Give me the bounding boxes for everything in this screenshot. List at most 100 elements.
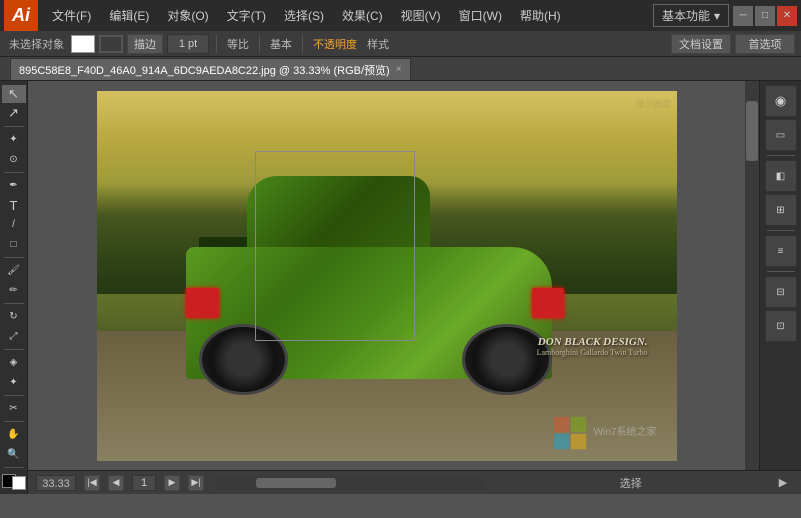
menu-select[interactable]: 选择(S) bbox=[276, 3, 332, 28]
left-toolbar: ↖ ↗ ✦ ⊙ ✒ T / □ 🖌 ✏ ↻ ⤢ ◈ ✦ ✂ ✋ 🔍 bbox=[0, 81, 28, 494]
rp-separator bbox=[767, 155, 795, 156]
windows-logo-icon bbox=[552, 415, 588, 451]
control-bar: 未选择对象 描边 等比 基本 不透明度 样式 文档设置 首选项 bbox=[0, 31, 801, 57]
style2-label: 样式 bbox=[364, 36, 392, 52]
pencil-tool[interactable]: ✏ bbox=[2, 282, 26, 300]
blend-tool[interactable]: ◈ bbox=[2, 354, 26, 372]
stroke-panel-btn[interactable]: ▭ bbox=[765, 119, 797, 151]
tool-separator3 bbox=[4, 257, 24, 258]
transform-panel-btn[interactable]: ⊡ bbox=[765, 310, 797, 342]
status-bar: 33.33 |◀ ◀ ▶ ▶| 选择 ▶ bbox=[28, 470, 801, 494]
workspace-label: 基本功能 bbox=[662, 7, 710, 24]
stroke-weight-dropdown[interactable]: 描边 bbox=[127, 34, 163, 54]
color-panel-btn[interactable]: ◉ bbox=[765, 85, 797, 117]
car-wheel-left bbox=[199, 324, 288, 395]
rotate-tool[interactable]: ↻ bbox=[2, 308, 26, 326]
preferences-btn[interactable]: 首选项 bbox=[735, 34, 795, 54]
close-button[interactable]: ✕ bbox=[777, 6, 797, 26]
prev-page-btn[interactable]: ◀ bbox=[108, 475, 124, 491]
page-number-input[interactable] bbox=[132, 475, 156, 491]
vscroll-thumb[interactable] bbox=[746, 101, 758, 161]
car-taillight-right bbox=[532, 288, 564, 319]
hscroll-thumb[interactable] bbox=[256, 478, 336, 488]
tool-separator7 bbox=[4, 421, 24, 422]
scroll-arrow-right[interactable]: ▶ bbox=[773, 476, 793, 489]
menu-help[interactable]: 帮助(H) bbox=[512, 3, 569, 28]
tool-separator5 bbox=[4, 349, 24, 350]
menu-bar: 文件(F) 编辑(E) 对象(O) 文字(T) 选择(S) 效果(C) 视图(V… bbox=[44, 3, 653, 28]
document-image: DON BLACK DESIGN. Lamborghini Gallardo T… bbox=[97, 91, 677, 461]
tool-separator2 bbox=[4, 172, 24, 173]
win7-text: Win7系统之家 bbox=[594, 426, 657, 440]
canvas-area[interactable]: DON BLACK DESIGN. Lamborghini Gallardo T… bbox=[28, 81, 745, 470]
workspace-dropdown-icon: ▾ bbox=[714, 9, 720, 23]
gradient-panel-btn[interactable]: ◧ bbox=[765, 160, 797, 192]
menu-window[interactable]: 窗口(W) bbox=[451, 3, 510, 28]
minimize-button[interactable]: ─ bbox=[733, 6, 753, 26]
tab-close-btn[interactable]: × bbox=[396, 64, 402, 75]
status-label: 选择 bbox=[497, 475, 766, 491]
document-tab[interactable]: 895C58E8_F40D_46A0_914A_6DC9AEDA8C22.jpg… bbox=[10, 58, 411, 80]
app-logo: Ai bbox=[4, 0, 38, 31]
car-image bbox=[166, 176, 572, 380]
selection-tool[interactable]: ↖ bbox=[2, 85, 26, 103]
opacity-label[interactable]: 不透明度 bbox=[310, 36, 360, 52]
main-content: ↖ ↗ ✦ ⊙ ✒ T / □ 🖌 ✏ ↻ ⤢ ◈ ✦ ✂ ✋ 🔍 bbox=[0, 81, 801, 494]
window-controls: ─ □ ✕ bbox=[733, 6, 797, 26]
artboard: DON BLACK DESIGN. Lamborghini Gallardo T… bbox=[97, 91, 677, 461]
zoom-mode-label: 等比 bbox=[224, 36, 252, 52]
menu-text[interactable]: 文字(T) bbox=[219, 3, 274, 28]
align-panel-btn[interactable]: ⊟ bbox=[765, 276, 797, 308]
vertical-scrollbar[interactable] bbox=[745, 81, 759, 470]
separator3 bbox=[302, 35, 303, 53]
pen-tool[interactable]: ✒ bbox=[2, 177, 26, 195]
last-page-btn[interactable]: ▶| bbox=[188, 475, 204, 491]
menu-view[interactable]: 视图(V) bbox=[393, 3, 449, 28]
canvas-scroll-row: DON BLACK DESIGN. Lamborghini Gallardo T… bbox=[28, 81, 801, 470]
separator bbox=[216, 35, 217, 53]
menu-file[interactable]: 文件(F) bbox=[44, 3, 99, 28]
image-text-block: DON BLACK DESIGN. Lamborghini Gallardo T… bbox=[537, 336, 648, 357]
tool-separator bbox=[4, 126, 24, 127]
tool-separator6 bbox=[4, 395, 24, 396]
tab-bar: 895C58E8_F40D_46A0_914A_6DC9AEDA8C22.jpg… bbox=[0, 57, 801, 81]
title-bar: Ai 文件(F) 编辑(E) 对象(O) 文字(T) 选择(S) 效果(C) 视… bbox=[0, 0, 801, 31]
zoom-view-tool[interactable]: 🔍 bbox=[2, 446, 26, 464]
car-taillight-left bbox=[186, 288, 218, 319]
appearance-panel-btn[interactable]: ⊞ bbox=[765, 194, 797, 226]
rp-separator2 bbox=[767, 230, 795, 231]
menu-edit[interactable]: 编辑(E) bbox=[101, 3, 157, 28]
eyedropper-tool[interactable]: ✦ bbox=[2, 373, 26, 391]
tab-label: 895C58E8_F40D_46A0_914A_6DC9AEDA8C22.jpg… bbox=[19, 62, 390, 78]
fill-color-btn[interactable] bbox=[71, 35, 95, 53]
right-panel: ◉ ▭ ◧ ⊞ ≡ ⊟ ⊡ bbox=[759, 81, 801, 470]
color-selector[interactable] bbox=[2, 474, 26, 490]
rect-tool[interactable]: □ bbox=[2, 236, 26, 254]
style-label: 基本 bbox=[267, 36, 295, 52]
image-subtitle-text: Lamborghini Gallardo Twin Turbo bbox=[537, 348, 648, 357]
doc-settings-btn[interactable]: 文档设置 bbox=[671, 34, 731, 54]
menu-effect[interactable]: 效果(C) bbox=[334, 3, 391, 28]
type-tool[interactable]: T bbox=[2, 196, 26, 214]
magic-wand-tool[interactable]: ✦ bbox=[2, 131, 26, 149]
maximize-button[interactable]: □ bbox=[755, 6, 775, 26]
direct-selection-tool[interactable]: ↗ bbox=[2, 105, 26, 123]
next-page-btn[interactable]: ▶ bbox=[164, 475, 180, 491]
scale-tool[interactable]: ⤢ bbox=[2, 327, 26, 345]
stroke-label: 描边 bbox=[134, 36, 156, 52]
hand-tool[interactable]: ✋ bbox=[2, 426, 26, 444]
line-tool[interactable]: / bbox=[2, 216, 26, 234]
layers-panel-btn[interactable]: ≡ bbox=[765, 235, 797, 267]
menu-object[interactable]: 对象(O) bbox=[159, 3, 216, 28]
workspace-switcher[interactable]: 基本功能 ▾ bbox=[653, 4, 729, 27]
scissors-tool[interactable]: ✂ bbox=[2, 400, 26, 418]
lasso-tool[interactable]: ⊙ bbox=[2, 151, 26, 169]
zoom-level: 33.33 bbox=[36, 475, 76, 491]
separator2 bbox=[259, 35, 260, 53]
stroke-weight-input[interactable] bbox=[167, 34, 209, 54]
first-page-btn[interactable]: |◀ bbox=[84, 475, 100, 491]
paintbrush-tool[interactable]: 🖌 bbox=[2, 262, 26, 280]
tool-separator8 bbox=[4, 467, 24, 468]
horizontal-scrollbar[interactable] bbox=[216, 476, 485, 490]
stroke-color-btn[interactable] bbox=[99, 35, 123, 53]
